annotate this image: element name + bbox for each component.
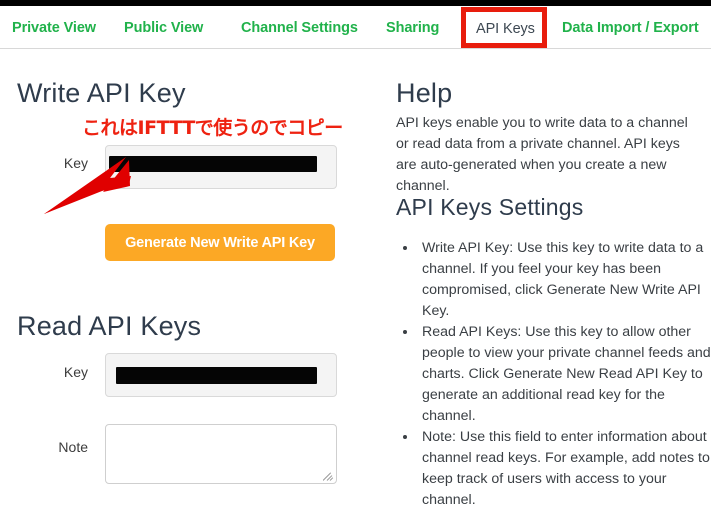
tab-private-view[interactable]: Private View	[12, 21, 96, 36]
list-item: Note: Use this field to enter informatio…	[418, 427, 711, 511]
note-label: Note	[58, 439, 88, 455]
tab-channel-settings[interactable]: Channel Settings	[241, 21, 358, 36]
tab-bar-divider	[0, 48, 711, 49]
read-key-label: Key	[63, 364, 88, 380]
read-api-keys-heading: Read API Keys	[17, 311, 202, 341]
tab-public-view[interactable]: Public View	[124, 21, 203, 36]
resize-grip-icon[interactable]	[323, 470, 334, 481]
generate-new-write-api-key-button[interactable]: Generate New Write API Key	[105, 224, 335, 261]
help-bullet-list: Write API Key: Use this key to write dat…	[396, 238, 711, 511]
help-heading: Help	[396, 78, 453, 108]
note-textarea[interactable]	[105, 424, 337, 484]
tab-sharing[interactable]: Sharing	[386, 21, 439, 36]
write-key-label: Key	[63, 155, 88, 171]
read-key-redaction-bar	[116, 367, 317, 384]
main-tab-bar: Private View Public View Channel Setting…	[0, 6, 711, 48]
write-key-redaction-bar	[109, 156, 317, 172]
tab-data-import-export[interactable]: Data Import / Export	[562, 21, 699, 36]
annotation-highlight-box-api-keys	[461, 7, 547, 48]
write-api-key-heading: Write API Key	[17, 78, 186, 108]
annotation-callout-text: これはIFTTTで使うのでコピー	[82, 117, 343, 139]
list-item: Read API Keys: Use this key to allow oth…	[418, 322, 711, 427]
help-paragraph: API keys enable you to write data to a c…	[396, 115, 688, 194]
list-item: Write API Key: Use this key to write dat…	[418, 238, 711, 322]
api-keys-settings-heading: API Keys Settings	[396, 194, 584, 220]
